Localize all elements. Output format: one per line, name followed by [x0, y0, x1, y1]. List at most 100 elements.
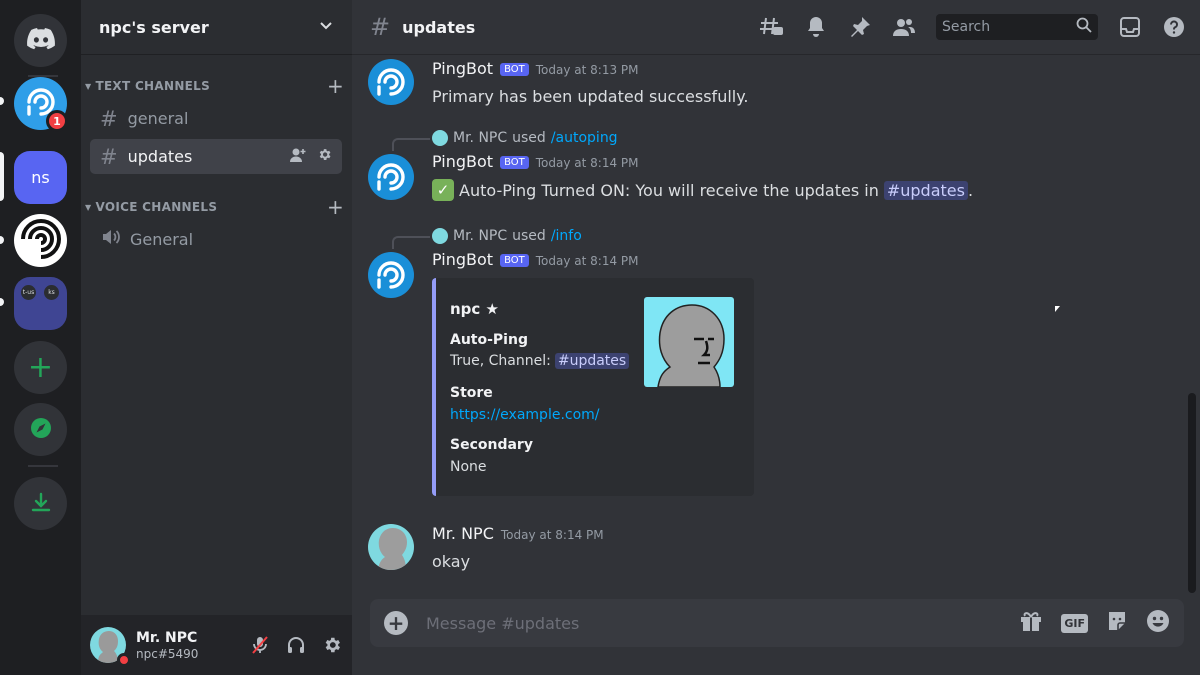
channel-mention[interactable]: #updates — [554, 353, 630, 369]
invite-icon[interactable] — [289, 147, 307, 167]
discord-logo-icon — [26, 27, 55, 54]
bot-avatar[interactable] — [368, 59, 414, 105]
chat-area: # updates Search PingBot BOT Today at 8:… — [352, 0, 1200, 675]
reply-username: Mr. NPC — [453, 130, 508, 146]
help-icon[interactable] — [1162, 15, 1186, 39]
user-settings-gear-icon[interactable] — [321, 634, 343, 656]
user-tag: npc#5490 — [136, 646, 199, 661]
message-embed: npc ★ Auto-Ping True, Channel: #updates … — [432, 278, 754, 496]
text-channel-icon: # — [100, 144, 118, 169]
embed-thumbnail[interactable] — [644, 297, 734, 387]
reply-command[interactable]: /autoping — [551, 130, 618, 146]
channel-label: updates — [127, 147, 193, 166]
message-timestamp: Today at 8:14 PM — [535, 254, 639, 268]
message-composer[interactable]: + Message #updates GIF — [370, 599, 1184, 647]
chevron-down-icon: ▼ — [85, 81, 92, 91]
mention-badge: 1 — [46, 110, 68, 132]
text-channel-icon: # — [370, 13, 391, 41]
selected-pill — [0, 152, 4, 201]
user-identity[interactable]: Mr. NPC npc#5490 — [136, 630, 198, 661]
message-author[interactable]: PingBot — [432, 250, 493, 269]
message-content: ✓ Auto-Ping Turned ON: You will receive … — [432, 178, 973, 202]
members-icon[interactable] — [892, 15, 916, 39]
server-header[interactable]: npc's server — [81, 0, 352, 55]
unread-pill — [0, 298, 4, 306]
explore-servers-button[interactable] — [14, 403, 67, 456]
create-channel-icon[interactable]: + — [327, 195, 344, 219]
message-author[interactable]: PingBot — [432, 59, 493, 78]
download-icon — [29, 490, 53, 518]
embed-link[interactable]: https://example.com/ — [450, 407, 600, 423]
emoji-icon[interactable] — [1146, 609, 1170, 637]
message-author[interactable]: PingBot — [432, 152, 493, 171]
channel-updates[interactable]: # updates — [90, 139, 342, 174]
home-button[interactable] — [14, 14, 67, 67]
bot-badge: BOT — [500, 63, 529, 76]
category-text-channels[interactable]: ▼ TEXT CHANNELS + — [85, 74, 344, 98]
mute-mic-icon[interactable] — [249, 634, 271, 656]
create-channel-icon[interactable]: + — [327, 74, 344, 98]
gear-icon[interactable] — [317, 147, 332, 166]
message-author[interactable]: Mr. NPC — [432, 524, 494, 543]
gif-button[interactable]: GIF — [1061, 613, 1088, 633]
compass-icon — [29, 416, 53, 444]
add-server-button[interactable]: + — [14, 341, 67, 394]
avatar — [432, 130, 448, 146]
category-label: VOICE CHANNELS — [95, 200, 218, 214]
category-voice-channels[interactable]: ▼ VOICE CHANNELS + — [85, 195, 344, 219]
search-icon — [1076, 17, 1092, 37]
embed-field-value: None — [450, 459, 487, 475]
search-input[interactable]: Search — [936, 14, 1098, 40]
upload-plus-icon[interactable]: + — [384, 611, 408, 635]
headphones-icon[interactable] — [285, 634, 307, 656]
server-folder[interactable]: t-us ks — [14, 277, 67, 330]
embed-field-value: True, Channel: #updates — [450, 353, 630, 369]
message-content: okay — [432, 550, 470, 572]
bell-icon[interactable] — [804, 15, 828, 39]
speaker-icon — [100, 227, 120, 252]
channel-general[interactable]: # general — [90, 101, 342, 136]
message-text: okay — [432, 551, 471, 571]
inbox-icon[interactable] — [1118, 15, 1142, 39]
plus-icon: + — [27, 350, 54, 385]
message-list: PingBot BOT Today at 8:13 PM Primary has… — [352, 55, 1200, 598]
channel-mention[interactable]: #updates — [883, 180, 968, 200]
message-timestamp: Today at 8:13 PM — [535, 63, 639, 77]
pin-icon[interactable] — [848, 15, 872, 39]
bot-avatar[interactable] — [368, 154, 414, 200]
text-channel-icon: # — [100, 106, 118, 131]
channel-header: # updates Search — [352, 0, 1200, 55]
threads-icon[interactable] — [760, 15, 784, 39]
command-reply-line[interactable]: Mr. NPC used /autoping — [432, 130, 618, 146]
voice-channel-general[interactable]: General — [90, 222, 342, 257]
search-placeholder: Search — [942, 19, 991, 35]
server-swirl[interactable] — [14, 214, 67, 267]
message-content: Primary has been updated successfully. — [432, 85, 749, 107]
user-panel: Mr. NPC npc#5490 — [81, 615, 352, 675]
server-npc[interactable]: ns — [14, 151, 67, 204]
command-reply-line[interactable]: Mr. NPC used /info — [432, 228, 582, 244]
reply-command[interactable]: /info — [551, 228, 582, 244]
avatar[interactable] — [368, 524, 414, 570]
message-suffix: . — [967, 180, 974, 200]
channel-label: General — [130, 230, 194, 249]
channel-title: updates — [402, 17, 476, 37]
message-text: Primary has been updated successfully. — [432, 86, 749, 106]
category-label: TEXT CHANNELS — [95, 79, 211, 93]
rail-divider — [28, 465, 58, 467]
channel-label: general — [127, 109, 189, 128]
user-avatar-wrap[interactable] — [90, 627, 131, 667]
gift-icon[interactable] — [1019, 610, 1043, 636]
download-apps-button[interactable] — [14, 477, 67, 530]
folder-server-ks: ks — [44, 285, 59, 300]
embed-title: npc ★ — [450, 300, 499, 318]
bot-avatar[interactable] — [368, 252, 414, 298]
server-rail: 1 ns t-us ks + — [0, 0, 81, 675]
user-display-name: Mr. NPC — [136, 629, 198, 646]
message-input[interactable]: Message #updates — [426, 614, 579, 633]
sticker-icon[interactable] — [1106, 610, 1128, 636]
embed-field-name: Secondary — [450, 437, 533, 453]
scrollbar[interactable] — [1188, 393, 1196, 593]
chevron-down-icon: ▼ — [85, 202, 92, 212]
server-name: npc's server — [99, 17, 209, 37]
